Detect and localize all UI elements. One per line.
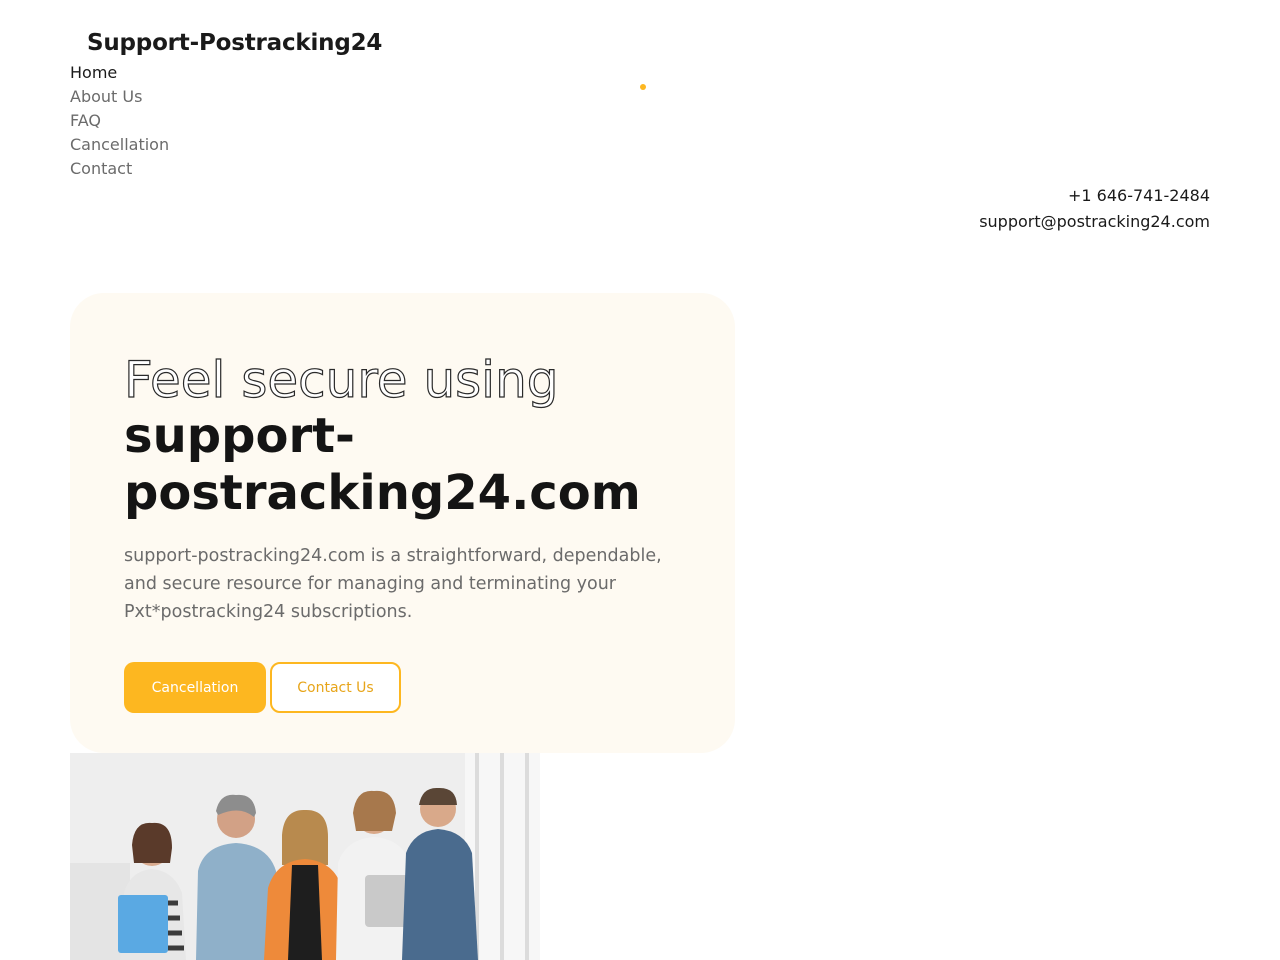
header-contact: +1 646-741-2484 support@postracking24.co… xyxy=(979,183,1210,235)
team-photo-illustration xyxy=(70,753,540,960)
phone-link[interactable]: +1 646-741-2484 xyxy=(979,183,1210,209)
page: Support-Postracking24 Home About Us FAQ … xyxy=(0,0,1280,960)
hero-description: support-postracking24.com is a straightf… xyxy=(124,546,662,622)
site-logo-text[interactable]: Support-Postracking24 xyxy=(87,30,382,56)
dot-icon xyxy=(640,84,646,90)
nav-item-contact[interactable]: Contact xyxy=(70,157,169,181)
hero-card: Feel secure using support-postracking24.… xyxy=(70,293,735,753)
contact-us-button[interactable]: Contact Us xyxy=(270,662,401,713)
email-link[interactable]: support@postracking24.com xyxy=(979,209,1210,235)
nav-item-faq[interactable]: FAQ xyxy=(70,109,169,133)
nav-item-cancellation[interactable]: Cancellation xyxy=(70,133,169,157)
nav-item-about-us[interactable]: About Us xyxy=(70,85,169,109)
team-photo xyxy=(70,753,540,960)
main-nav: Home About Us FAQ Cancellation Contact xyxy=(70,61,169,181)
hero-headline-outline: Feel secure using xyxy=(123,350,559,409)
nav-item-home[interactable]: Home xyxy=(70,61,169,85)
hero-headline-solid: support-postracking24.com xyxy=(124,408,641,521)
cancellation-button[interactable]: Cancellation xyxy=(124,662,266,713)
